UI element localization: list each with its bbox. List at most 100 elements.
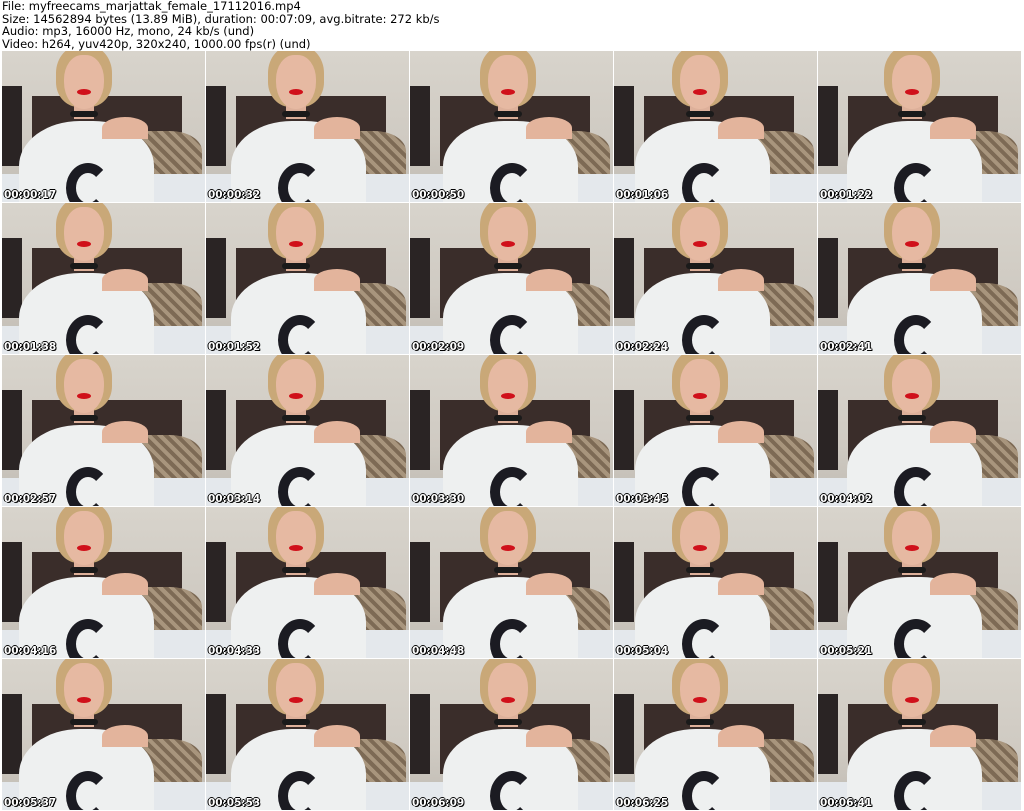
thumbnail-timestamp: 00:04:48 <box>412 645 465 657</box>
face <box>680 55 720 109</box>
face <box>488 359 528 413</box>
shoulder <box>102 573 148 595</box>
choker <box>282 415 310 421</box>
choker <box>70 567 98 573</box>
lips <box>501 393 515 399</box>
lips <box>289 545 303 551</box>
shoulder <box>526 725 572 747</box>
shoulder <box>102 421 148 443</box>
choker <box>70 263 98 269</box>
video-thumbnail: 00:04:02 <box>818 355 1021 506</box>
person <box>614 355 813 506</box>
video-thumbnail: 00:03:30 <box>410 355 613 506</box>
thumbnail-timestamp: 00:06:09 <box>412 797 465 809</box>
lips <box>501 241 515 247</box>
video-thumbnail: 00:01:52 <box>206 203 409 354</box>
lips <box>905 89 919 95</box>
face <box>276 55 316 109</box>
choker <box>282 111 310 117</box>
person <box>206 507 409 658</box>
video-thumbnail: 00:01:22 <box>818 51 1021 202</box>
shoulder <box>526 421 572 443</box>
thumbnail-timestamp: 00:01:52 <box>208 341 261 353</box>
video-thumbnail: 00:05:53 <box>206 659 409 810</box>
thumbnail-timestamp: 00:01:38 <box>4 341 57 353</box>
thumbnail-timestamp: 00:00:32 <box>208 189 261 201</box>
person <box>614 507 813 658</box>
lips <box>77 393 91 399</box>
choker <box>70 111 98 117</box>
thumbnail-timestamp: 00:04:02 <box>820 493 873 505</box>
video-thumbnail: 00:04:48 <box>410 507 613 658</box>
person <box>822 659 1021 810</box>
person <box>418 355 613 506</box>
video-thumbnail: 00:00:17 <box>2 51 205 202</box>
face <box>64 359 104 413</box>
lips <box>693 89 707 95</box>
video-thumbnail: 00:05:21 <box>818 507 1021 658</box>
shoulder <box>314 421 360 443</box>
thumbnail-timestamp: 00:06:25 <box>616 797 669 809</box>
choker <box>494 263 522 269</box>
lips <box>905 697 919 703</box>
thumbnail-timestamp: 00:01:22 <box>820 189 873 201</box>
choker <box>494 415 522 421</box>
video-thumbnail: 00:02:41 <box>818 203 1021 354</box>
person <box>822 51 1021 202</box>
thumbnail-timestamp: 00:02:57 <box>4 493 57 505</box>
person <box>614 203 813 354</box>
thumbnail-timestamp: 00:04:33 <box>208 645 261 657</box>
audio-info: Audio: mp3, 16000 Hz, mono, 24 kb/s (und… <box>2 24 255 38</box>
shoulder <box>526 573 572 595</box>
choker <box>494 567 522 573</box>
shoulder <box>930 725 976 747</box>
shoulder <box>930 269 976 291</box>
file-name: File: myfreecams_marjattak_female_171120… <box>2 0 301 13</box>
face <box>892 511 932 565</box>
lips <box>77 545 91 551</box>
lips <box>77 241 91 247</box>
lips <box>905 545 919 551</box>
lips <box>905 393 919 399</box>
shoulder <box>718 117 764 139</box>
person <box>418 203 613 354</box>
face <box>276 207 316 261</box>
thumbnail-timestamp: 00:01:06 <box>616 189 669 201</box>
lips <box>289 393 303 399</box>
shoulder <box>930 117 976 139</box>
video-thumbnail: 00:03:14 <box>206 355 409 506</box>
face <box>488 207 528 261</box>
choker <box>686 263 714 269</box>
face <box>488 55 528 109</box>
shoulder <box>102 117 148 139</box>
face <box>680 511 720 565</box>
lips <box>693 393 707 399</box>
lips <box>501 697 515 703</box>
video-info: Video: h264, yuv420p, 320x240, 1000.00 f… <box>2 36 311 51</box>
thumbnail-timestamp: 00:02:09 <box>412 341 465 353</box>
thumbnail-timestamp: 00:06:41 <box>820 797 873 809</box>
lips <box>693 697 707 703</box>
shoulder <box>314 725 360 747</box>
shoulder <box>718 269 764 291</box>
shoulder <box>930 421 976 443</box>
choker <box>898 111 926 117</box>
video-thumbnail: 00:02:57 <box>2 355 205 506</box>
person <box>614 51 813 202</box>
video-thumbnail: 00:00:32 <box>206 51 409 202</box>
shoulder <box>314 117 360 139</box>
person <box>206 51 409 202</box>
choker <box>282 567 310 573</box>
video-thumbnail: 00:02:09 <box>410 203 613 354</box>
lips <box>501 89 515 95</box>
face <box>488 511 528 565</box>
file-info-header: File: myfreecams_marjattak_female_171120… <box>2 0 440 50</box>
face <box>892 359 932 413</box>
face <box>64 663 104 717</box>
face <box>276 511 316 565</box>
shoulder <box>102 725 148 747</box>
video-thumbnail: 00:01:38 <box>2 203 205 354</box>
choker <box>282 263 310 269</box>
choker <box>686 111 714 117</box>
person <box>418 51 613 202</box>
